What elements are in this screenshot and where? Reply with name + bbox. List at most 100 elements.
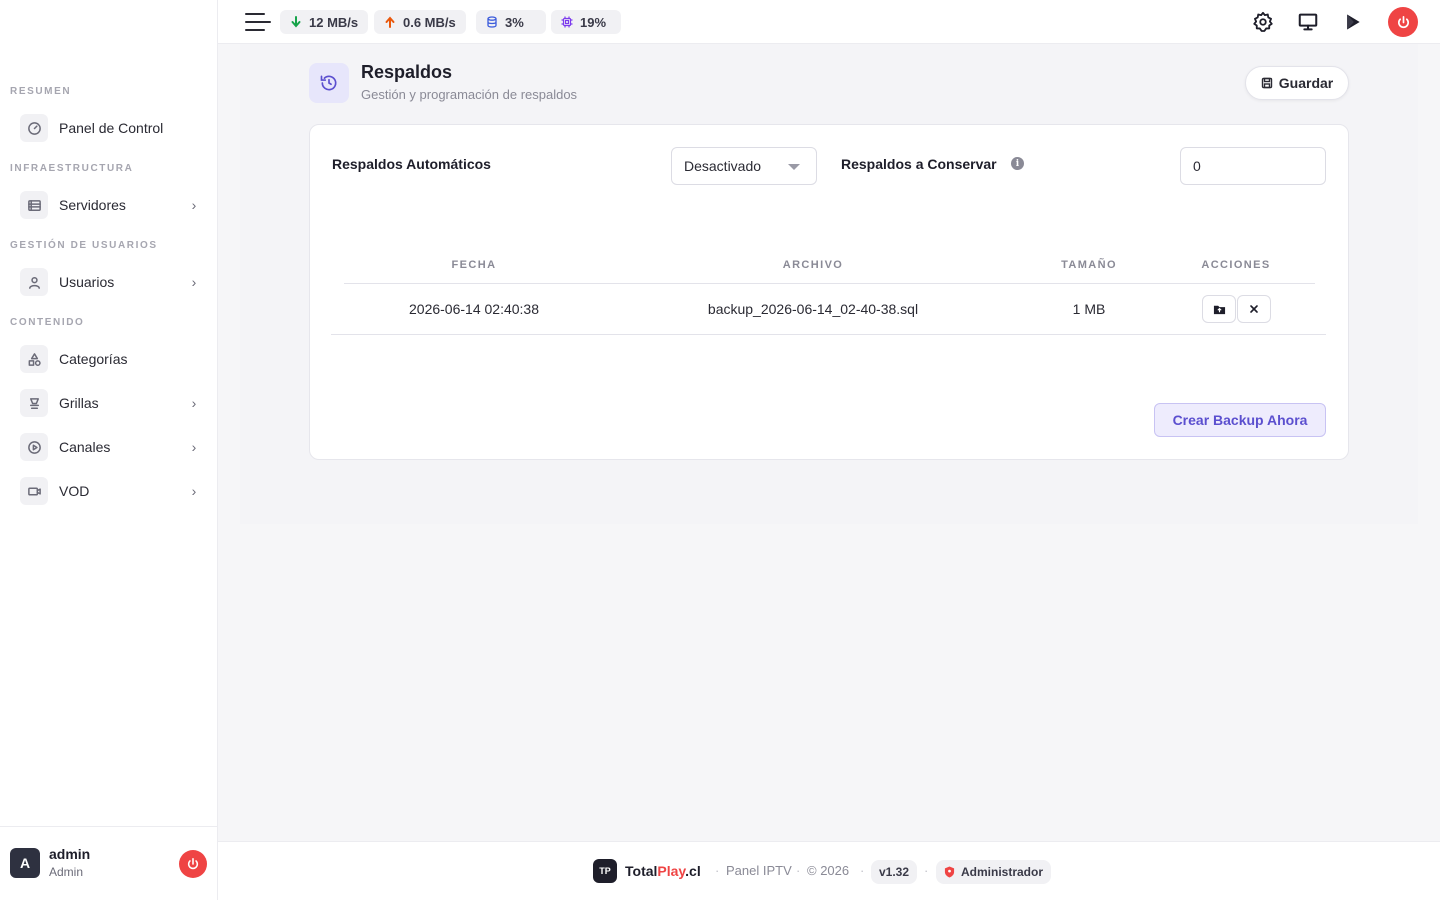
column-header-tamano: TAMAÑO	[1061, 259, 1117, 271]
keep-backups-input[interactable]	[1180, 147, 1326, 185]
upload-stat: 0.6 MB/s	[374, 10, 466, 34]
auto-backups-value: Desactivado	[684, 158, 762, 174]
sidebar-item-label: VOD	[59, 483, 90, 499]
power-icon	[1397, 15, 1409, 28]
section-gestion-usuarios: GESTIÓN DE USUARIOS	[10, 240, 158, 251]
hamburger-line	[245, 13, 265, 15]
footer: TP TotalPlay.cl · Panel IPTV · © 2026 · …	[218, 841, 1440, 900]
sidebar-item-canales[interactable]: Canales ›	[20, 432, 200, 462]
power-icon	[187, 857, 199, 870]
chevron-right-icon: ›	[191, 439, 197, 455]
column-header-acciones: ACCIONES	[1201, 259, 1271, 271]
sidebar-item-label: Canales	[59, 439, 111, 455]
sidebar-item-servidores[interactable]: Servidores ›	[20, 190, 200, 220]
download-speed: 12 MB/s	[309, 14, 359, 30]
section-resumen: RESUMEN	[10, 86, 72, 97]
logout-button[interactable]	[179, 850, 207, 878]
download-stat: 12 MB/s	[280, 10, 369, 34]
separator-dot: ·	[715, 863, 720, 878]
separator-dot: ·	[924, 863, 929, 878]
table-header-divider	[344, 283, 1315, 284]
sidebar-item-vod[interactable]: VOD ›	[20, 476, 200, 506]
cell-fecha: 2026-06-14 02:40:38	[409, 301, 539, 317]
separator-dot: ·	[860, 863, 865, 878]
play-circle-icon	[20, 433, 48, 461]
column-header-fecha: FECHA	[451, 259, 497, 271]
settings-button[interactable]	[1251, 10, 1275, 34]
gear-icon	[1253, 11, 1273, 32]
table-row-divider	[331, 334, 1326, 335]
database-icon	[487, 16, 497, 28]
version-badge: v1.32	[871, 860, 918, 884]
grid-icon	[20, 389, 48, 417]
hamburger-line	[245, 29, 265, 31]
auto-backups-label: Respaldos Automáticos	[332, 156, 491, 172]
brand-name-a: Total	[625, 863, 658, 879]
sidebar-item-label: Categorías	[59, 351, 128, 367]
sidebar-item-grillas[interactable]: Grillas ›	[20, 388, 200, 418]
panel-label: Panel IPTV	[726, 863, 792, 878]
brand-logo: TP	[593, 859, 617, 883]
role-badge: Administrador	[936, 860, 1052, 884]
sidebar-item-usuarios[interactable]: Usuarios ›	[20, 267, 200, 297]
upload-speed: 0.6 MB/s	[403, 14, 456, 30]
copyright: © 2026	[807, 863, 850, 878]
disk-stat: 3%	[476, 10, 546, 34]
chevron-right-icon: ›	[191, 274, 197, 290]
menu-toggle-button[interactable]	[245, 13, 271, 31]
close-icon	[1250, 305, 1258, 313]
cpu-stat: 19%	[551, 10, 621, 34]
keep-backups-label: Respaldos a Conservar	[841, 156, 997, 172]
folder-icon	[1213, 305, 1225, 314]
avatar: A	[10, 848, 40, 878]
section-contenido: CONTENIDO	[10, 317, 85, 328]
sidebar-item-panel-de-control[interactable]: Panel de Control	[20, 113, 200, 143]
topbar: 12 MB/s 0.6 MB/s 3% 19%	[218, 0, 1440, 44]
sidebar-item-label: Grillas	[59, 395, 99, 411]
user-icon	[20, 268, 48, 296]
create-backup-button[interactable]: Crear Backup Ahora	[1154, 403, 1326, 437]
delete-button[interactable]	[1237, 295, 1271, 323]
chevron-right-icon: ›	[191, 197, 197, 213]
user-box: A admin Admin	[0, 826, 217, 900]
shield-icon	[944, 866, 955, 878]
brand-name-c: .cl	[685, 863, 701, 879]
separator-dot: ·	[796, 863, 801, 878]
monitor-button[interactable]	[1296, 10, 1320, 34]
cell-archivo: backup_2026-06-14_02-40-38.sql	[707, 301, 919, 317]
monitor-icon	[1298, 13, 1318, 31]
info-icon[interactable]: i	[1011, 157, 1024, 170]
column-header-archivo: ARCHIVO	[782, 259, 844, 271]
video-icon	[20, 477, 48, 505]
cpu-usage: 19%	[580, 14, 607, 30]
sidebar-item-categorias[interactable]: Categorías	[20, 344, 200, 374]
page-subtitle: Gestión y programación de respaldos	[361, 87, 578, 102]
auto-backups-select[interactable]: Desactivado	[671, 147, 817, 185]
hamburger-line	[245, 21, 271, 23]
save-label: Guardar	[1278, 75, 1334, 91]
arrow-up-icon	[385, 16, 395, 28]
gauge-icon	[20, 114, 48, 142]
chevron-right-icon: ›	[191, 483, 197, 499]
cell-tamano: 1 MB	[1072, 301, 1106, 317]
sidebar-item-label: Usuarios	[59, 274, 115, 290]
chevron-down-icon	[788, 164, 800, 170]
power-button[interactable]	[1388, 7, 1418, 37]
history-icon	[309, 63, 349, 103]
arrow-down-icon	[291, 16, 301, 28]
page-title: Respaldos	[361, 62, 453, 82]
sidebar: RESUMEN Panel de Control INFRAESTRUCTURA…	[0, 0, 218, 900]
chevron-right-icon: ›	[191, 395, 197, 411]
sidebar-item-label: Servidores	[59, 197, 126, 213]
backup-card: Respaldos Automáticos Desactivado Respal…	[309, 124, 1349, 460]
user-role: Admin	[49, 865, 84, 879]
user-name: admin	[49, 846, 91, 862]
cpu-icon	[561, 16, 573, 28]
play-button[interactable]	[1341, 10, 1365, 34]
play-icon	[1347, 14, 1360, 30]
sidebar-item-label: Panel de Control	[59, 120, 164, 136]
server-icon	[20, 191, 48, 219]
restore-button[interactable]	[1202, 295, 1236, 323]
save-button[interactable]: Guardar	[1245, 66, 1349, 100]
role-label: Administrador	[961, 865, 1044, 879]
